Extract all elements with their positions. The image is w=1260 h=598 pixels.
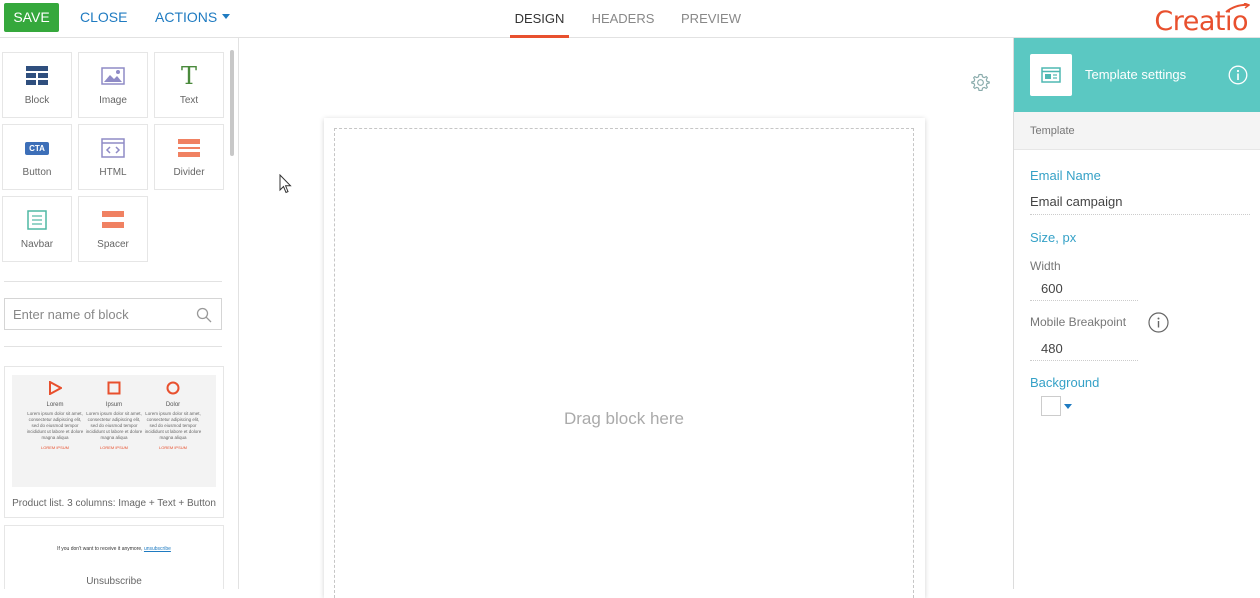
block-tile-label: HTML [99,167,127,178]
cta-button-icon: CTA [25,141,49,155]
block-icon [26,66,48,85]
email-name-value: Email campaign [1030,194,1123,209]
design-canvas: Drag block here [240,38,1013,598]
email-template-frame: Drag block here [324,118,925,598]
email-name-label: Email Name [1030,168,1101,183]
background-label: Background [1030,375,1100,390]
info-icon[interactable] [1148,312,1169,333]
gear-icon[interactable] [971,73,990,92]
html-icon [101,138,125,158]
block-tile-label: Spacer [97,239,129,250]
section-title: Template [1030,125,1075,137]
breakpoint-value: 480 [1041,341,1063,356]
product-text: Lorem ipsum dolor sit amet, consectetur … [85,411,143,440]
block-tile-block[interactable]: Block [2,52,72,118]
scrollbar-thumb[interactable] [230,50,234,156]
product-name: Dolor [165,402,181,408]
size-label: Size, px [1030,230,1077,245]
template-settings-panel: Template settings Template Email Name Em… [1013,38,1260,589]
block-tile-image[interactable]: Image [78,52,148,118]
product-column: Lorem Lorem ipsum dolor sit amet, consec… [26,380,84,450]
unsubscribe-link: unsubscribe [143,546,171,552]
divider-icon [178,139,200,157]
close-button[interactable]: CLOSE [80,3,127,32]
tab-headers[interactable]: HEADERS [590,0,656,38]
section-header: Template [1014,112,1260,150]
divider-line [4,281,222,282]
block-tile-label: Divider [173,167,205,178]
unsubscribe-line-text: If you don't want to receive it anymore, [57,546,143,552]
block-tile-label: Navbar [20,239,54,250]
breakpoint-label: Mobile Breakpoint [1030,315,1127,329]
mouse-pointer-icon [279,174,292,194]
template-icon [1030,54,1072,96]
breakpoint-field[interactable]: 480 [1030,338,1138,361]
circle-icon [166,381,180,395]
template-card-product-list[interactable]: Lorem Lorem ipsum dolor sit amet, consec… [4,366,224,518]
block-search[interactable] [4,298,222,330]
image-icon [101,67,125,85]
block-tile-label: Image [99,95,127,106]
block-tile-text[interactable]: T Text [154,52,224,118]
top-toolbar: SAVE CLOSE ACTIONS DESIGN HEADERS PREVIE… [0,0,1260,38]
block-tile-divider[interactable]: Divider [154,124,224,190]
actions-menu-button[interactable]: ACTIONS [155,3,231,32]
navbar-icon [27,210,47,230]
block-tile-html[interactable]: HTML [78,124,148,190]
block-tile-label: Block [24,95,50,106]
save-button[interactable]: SAVE [4,3,59,32]
width-value: 600 [1041,281,1063,296]
divider-line [4,346,222,347]
background-color-swatch[interactable] [1041,396,1061,416]
tab-preview[interactable]: PREVIEW [680,0,742,38]
caret-down-icon[interactable] [1064,404,1072,409]
logo-swoosh-icon [1225,3,1250,13]
width-label: Width [1030,259,1061,273]
width-field[interactable]: 600 [1030,278,1138,301]
block-tile-button[interactable]: CTA Button [2,124,72,190]
caret-down-icon [222,14,231,19]
product-text: Lorem ipsum dolor sit amet, consectetur … [144,411,202,440]
settings-title: Template settings [1085,67,1187,82]
settings-header: Template settings [1014,38,1260,112]
text-icon: T [180,62,197,90]
product-list-preview: Lorem Lorem ipsum dolor sit amet, consec… [12,375,216,487]
drop-hint: Drag block here [563,409,684,428]
search-input[interactable] [5,299,185,329]
template-card-caption: Unsubscribe [86,576,142,587]
product-text: Lorem ipsum dolor sit amet, consectetur … [26,411,84,440]
search-icon[interactable] [196,307,212,323]
product-column: Dolor Lorem ipsum dolor sit amet, consec… [144,381,202,450]
product-name: Ipsum [105,402,123,408]
email-name-field[interactable]: Email campaign [1030,192,1250,215]
product-button: LOREM IPSUM [158,445,187,450]
blocks-panel: Block Image T Text CTA Button HTML Divid… [0,38,239,589]
square-icon [107,381,121,395]
block-tile-spacer[interactable]: Spacer [78,196,148,262]
actions-label: ACTIONS [155,9,218,25]
block-tile-navbar[interactable]: Navbar [2,196,72,262]
play-triangle-icon [49,380,64,396]
unsubscribe-preview-text: If you don't want to receive it anymore,… [5,546,223,552]
tab-design[interactable]: DESIGN [510,0,569,38]
template-card-unsubscribe[interactable]: If you don't want to receive it anymore,… [4,525,224,589]
block-tile-label: Text [179,95,199,106]
product-column: Ipsum Lorem ipsum dolor sit amet, consec… [85,381,143,450]
drop-zone[interactable]: Drag block here [334,128,914,598]
info-icon[interactable] [1228,65,1248,85]
product-button: LOREM IPSUM [99,445,128,450]
product-name: Lorem [46,402,64,408]
product-button: LOREM IPSUM [40,445,69,450]
spacer-icon [102,211,124,228]
template-card-caption: Product list. 3 columns: Image + Text + … [12,498,216,509]
block-tile-label: Button [22,167,52,178]
